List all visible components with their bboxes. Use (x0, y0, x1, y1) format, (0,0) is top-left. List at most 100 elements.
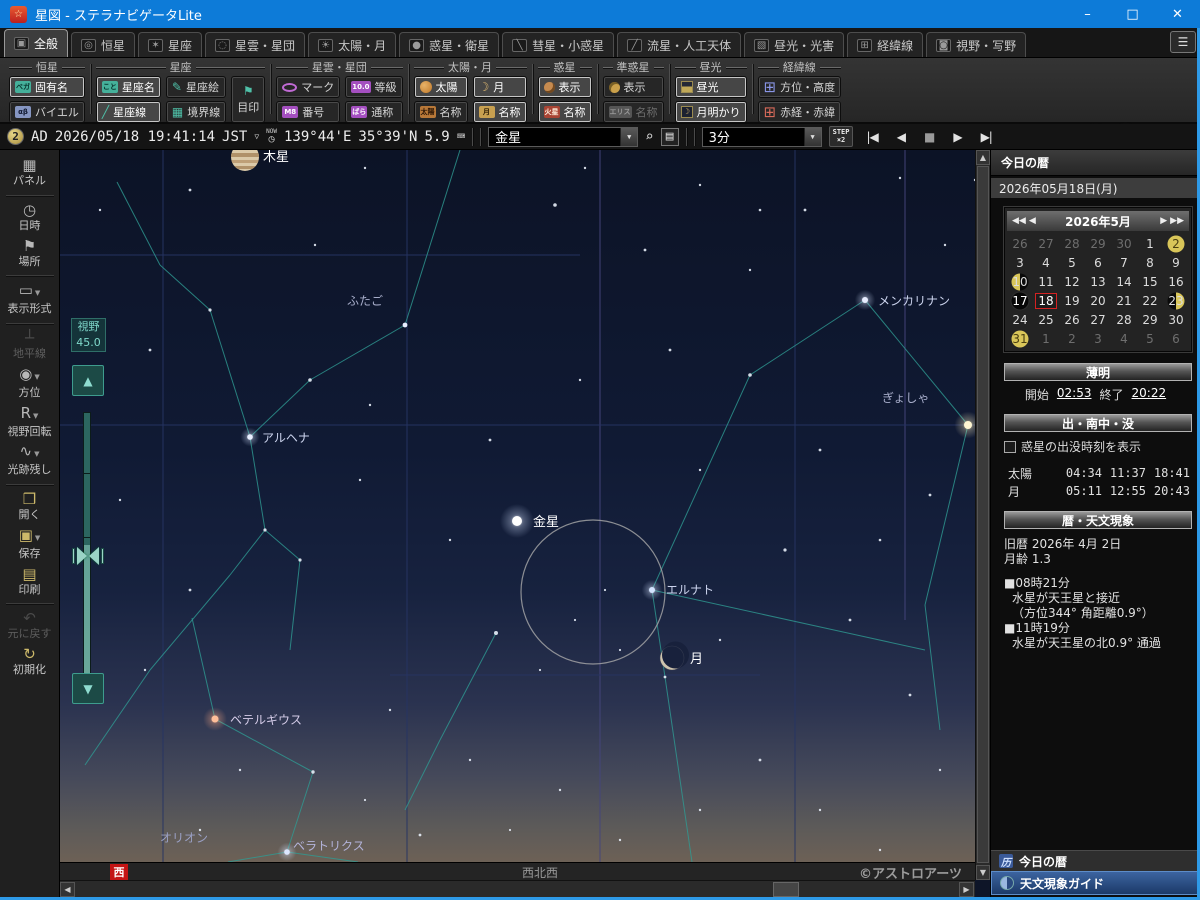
sidebar-item-初期化[interactable]: ↻初期化 (1, 644, 59, 680)
landmark-button[interactable]: ⚑目印 (231, 76, 265, 123)
sidebar-item-方位[interactable]: ◉▼方位 (1, 364, 59, 403)
planet-name-button[interactable]: 火星名称 (538, 101, 592, 123)
ribbon-menu-button[interactable]: ☰ (1170, 31, 1196, 53)
nebula-number-button[interactable]: M8番号 (276, 101, 340, 123)
calendar-day[interactable]: 22 (1137, 291, 1163, 310)
close-button[interactable]: ✕ (1155, 0, 1200, 28)
calendar-day[interactable]: 30 (1111, 234, 1137, 253)
tab-field-of-view[interactable]: ◙視野・写野 (926, 32, 1026, 57)
sidebar-item-開く[interactable]: ❒開く (1, 489, 59, 525)
calendar-day[interactable]: 25 (1033, 310, 1059, 329)
calendar-day[interactable]: 30 (1163, 310, 1189, 329)
sun-button[interactable]: 太陽 (414, 76, 468, 98)
moonlight-button[interactable]: ☽月明かり (675, 101, 747, 123)
tab-comets[interactable]: ╲彗星・小惑星 (502, 32, 614, 57)
proper-name-button[interactable]: ベガ固有名 (9, 76, 85, 98)
planet-display-button[interactable]: 表示 (538, 76, 592, 98)
tab-daylight[interactable]: ▧昼光・光害 (744, 32, 844, 57)
constellation-art-button[interactable]: ✎星座絵 (166, 76, 226, 98)
tab-planets[interactable]: ●惑星・衛星 (399, 32, 499, 57)
limiting-magnitude-value[interactable]: 5.9 (424, 129, 449, 145)
skip-back-button[interactable]: |◀ (860, 130, 883, 144)
calendar-day[interactable]: 26 (1059, 310, 1085, 329)
calendar-day[interactable]: 6 (1085, 253, 1111, 272)
sidebar-item-視野回転[interactable]: R▼視野回転 (1, 403, 59, 442)
calendar-day[interactable]: 27 (1033, 234, 1059, 253)
calendar-day[interactable]: 13 (1085, 272, 1111, 291)
horizontal-scroll-thumb[interactable] (773, 882, 799, 897)
timezone-dropdown-icon[interactable]: ▽ (254, 132, 259, 141)
latitude-value[interactable]: 35°39'N (358, 129, 417, 145)
azimuth-altitude-button[interactable]: ⊞方位・高度 (758, 76, 842, 98)
step-x2-button[interactable]: STEP×2 (829, 126, 854, 147)
tab-sun-moon[interactable]: ☀太陽・月 (308, 32, 396, 57)
now-button[interactable]: NOW◷ (266, 129, 277, 145)
twilight-end-link[interactable]: 20:22 (1132, 386, 1167, 403)
calendar-day[interactable]: 31 (1007, 329, 1033, 348)
calendar-day[interactable]: 29 (1137, 310, 1163, 329)
moon-name-button[interactable]: 月名称 (473, 101, 527, 123)
sidebar-item-表示形式[interactable]: ▭▼表示形式 (1, 280, 59, 319)
calendar-day[interactable]: 4 (1111, 329, 1137, 348)
sidebar-item-日時[interactable]: ◷日時 (1, 200, 59, 236)
longitude-value[interactable]: 139°44'E (284, 129, 351, 145)
calendar-day[interactable]: 5 (1137, 329, 1163, 348)
calendar-day[interactable]: 2 (1059, 329, 1085, 348)
skip-forward-button[interactable]: ▶| (975, 130, 998, 144)
keyboard-icon[interactable]: ⌨ (457, 130, 465, 144)
constellation-name-button[interactable]: こと星座名 (96, 76, 161, 98)
calendar-day[interactable]: 3 (1007, 253, 1033, 272)
sidebar-item-光跡残し[interactable]: ∿▼光跡残し (1, 441, 59, 480)
calendar-day[interactable]: 27 (1085, 310, 1111, 329)
calendar-day[interactable]: 21 (1111, 291, 1137, 310)
bayer-button[interactable]: αβバイエル (9, 101, 85, 123)
checkbox-icon[interactable] (1004, 441, 1016, 453)
calendar-day[interactable]: 2 (1163, 234, 1189, 253)
time-step-value[interactable]: 3分 (703, 127, 804, 146)
nebula-magnitude-button[interactable]: 10.0等級 (345, 76, 402, 98)
calendar-day[interactable]: 17 (1007, 291, 1033, 310)
sidebar-item-場所[interactable]: ⚑場所 (1, 236, 59, 272)
scroll-right-icon[interactable]: ▶ (959, 882, 974, 897)
calendar-day[interactable]: 9 (1163, 253, 1189, 272)
nebula-common-name-button[interactable]: ばら通称 (345, 101, 402, 123)
calendar-day[interactable]: 19 (1059, 291, 1085, 310)
stop-button[interactable]: ■ (918, 130, 940, 144)
astro-guide-tab[interactable]: 天文現象ガイド (991, 871, 1200, 895)
maximize-button[interactable]: □ (1110, 0, 1155, 28)
search-input[interactable]: 金星 (489, 127, 620, 146)
nebula-mark-button[interactable]: マーク (276, 76, 340, 98)
star-chart[interactable]: 木星ふたごアルヘナメンカリナンぎょしゃ金星エルナト月ベテルギウスオリオンベラトリ… (60, 150, 990, 862)
zoom-in-button[interactable]: ▲ (72, 365, 104, 396)
calendar-day[interactable]: 26 (1007, 234, 1033, 253)
time-step-combo[interactable]: 3分 ▼ (702, 127, 822, 147)
next-month-button[interactable]: ▶ (1160, 216, 1167, 226)
calendar-day[interactable]: 3 (1085, 329, 1111, 348)
sidebar-item-印刷[interactable]: ▤印刷 (1, 564, 59, 600)
calendar-day[interactable]: 10 (1007, 272, 1033, 291)
moon-button[interactable]: ☽月 (473, 76, 527, 98)
calendar-day[interactable]: 23 (1163, 291, 1189, 310)
sun-name-button[interactable]: 太陽名称 (414, 101, 468, 123)
chevron-down-icon[interactable]: ▼ (620, 128, 637, 146)
boundary-line-button[interactable]: ▦境界線 (166, 101, 226, 123)
calendar-day[interactable]: 24 (1007, 310, 1033, 329)
twilight-start-link[interactable]: 02:53 (1057, 386, 1092, 403)
prev-year-button[interactable]: ◀◀ (1012, 216, 1026, 226)
constellation-line-button[interactable]: ╱星座線 (96, 101, 161, 123)
ra-dec-button[interactable]: ⊞赤経・赤緯 (758, 101, 842, 123)
tab-stars[interactable]: ◎恒星 (71, 32, 135, 57)
calendar-day[interactable]: 28 (1059, 234, 1085, 253)
calendar-day[interactable]: 5 (1059, 253, 1085, 272)
sidebar-item-保存[interactable]: ▣▼保存 (1, 525, 59, 564)
timezone-label[interactable]: JST (222, 129, 247, 145)
fov-slider-handle[interactable] (72, 546, 104, 566)
minimize-button[interactable]: – (1065, 0, 1110, 28)
horizontal-scrollbar[interactable]: ◀ ▶ (60, 880, 975, 897)
calendar-day[interactable]: 1 (1137, 234, 1163, 253)
calendar-day[interactable]: 12 (1059, 272, 1085, 291)
tab-nebulae[interactable]: ◌星雲・星団 (205, 32, 305, 57)
scroll-down-icon[interactable]: ▼ (976, 865, 990, 880)
calendar-day[interactable]: 7 (1111, 253, 1137, 272)
dwarf-planet-display-button[interactable]: 表示 (603, 76, 664, 98)
